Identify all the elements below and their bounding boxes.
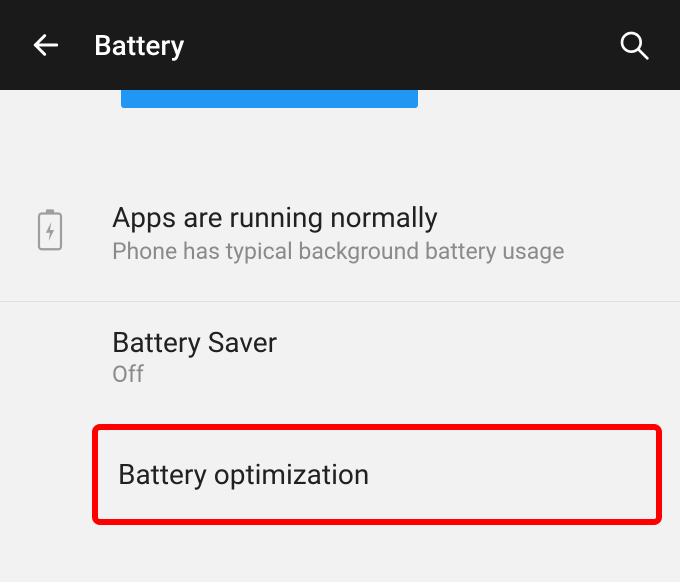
- back-arrow-icon[interactable]: [30, 29, 62, 61]
- battery-status-row[interactable]: Apps are running normally Phone has typi…: [0, 200, 680, 302]
- status-text-block: Apps are running normally Phone has typi…: [112, 200, 564, 265]
- app-header: Battery: [0, 0, 680, 90]
- battery-optimization-title: Battery optimization: [118, 458, 636, 491]
- status-title: Apps are running normally: [112, 200, 564, 236]
- progress-bar: [121, 90, 418, 108]
- content-area: Apps are running normally Phone has typi…: [0, 108, 680, 525]
- search-icon[interactable]: [618, 29, 650, 61]
- battery-saver-title: Battery Saver: [112, 326, 650, 359]
- battery-icon: [36, 208, 64, 252]
- battery-saver-item[interactable]: Battery Saver Off: [0, 302, 680, 412]
- page-title: Battery: [94, 29, 184, 62]
- battery-optimization-item[interactable]: Battery optimization: [92, 424, 662, 525]
- status-subtitle: Phone has typical background battery usa…: [112, 238, 564, 265]
- battery-saver-value: Off: [112, 361, 650, 388]
